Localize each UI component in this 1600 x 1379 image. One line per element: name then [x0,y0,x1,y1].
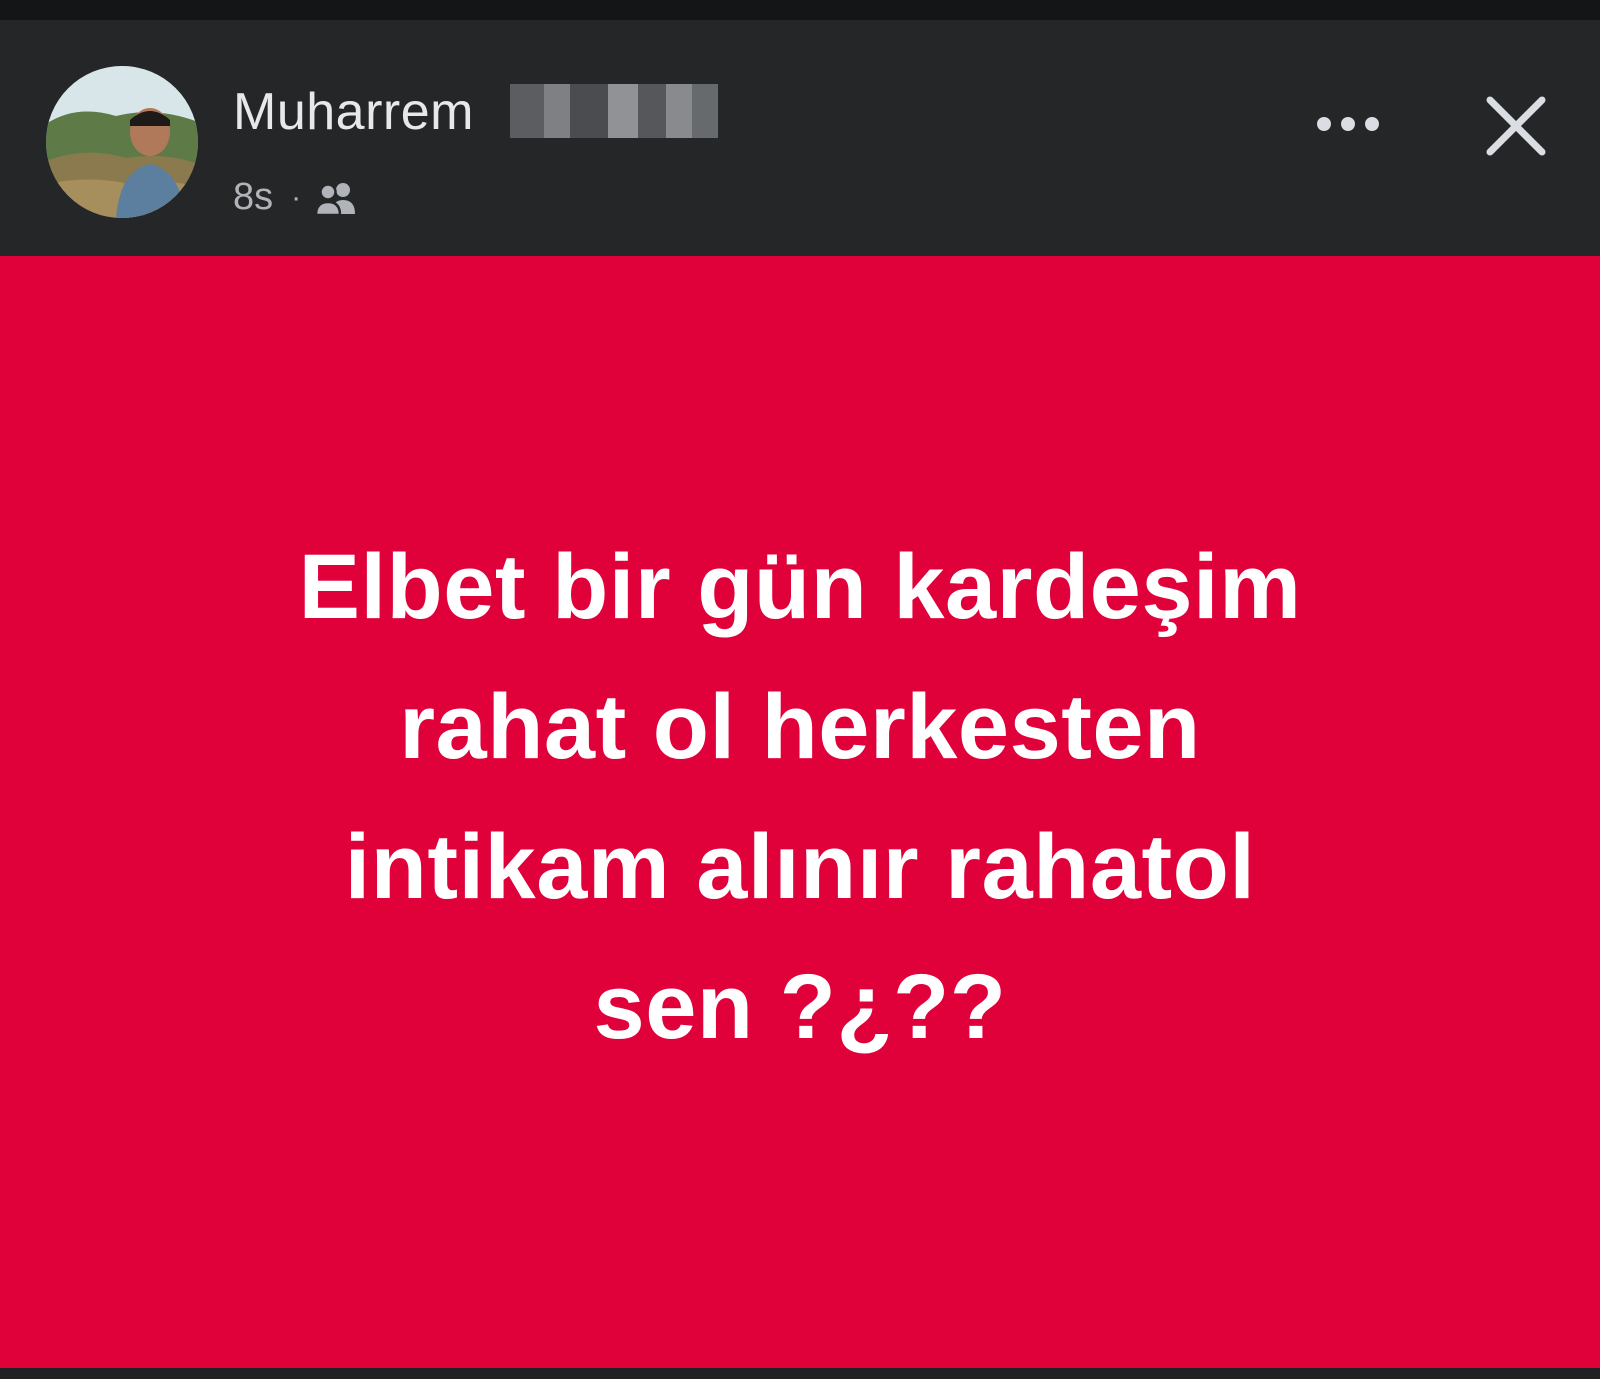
post-text-line: intikam alınır rahatol [344,816,1256,918]
bottom-strip [0,1368,1600,1379]
post-header: Muharrem 8s · [0,20,1600,256]
avatar[interactable] [46,66,198,218]
top-strip [0,0,1600,20]
redacted-surname-blur [510,84,718,138]
more-options-button[interactable] [1306,106,1390,142]
post-text-line: rahat ol herkesten [399,676,1201,778]
timestamp[interactable]: 8s [233,176,273,219]
post-text-line: Elbet bir gün kardeşim [298,536,1302,638]
post-text: Elbet bir gün kardeşim rahat ol herkeste… [150,517,1450,1077]
close-button[interactable] [1476,86,1556,166]
close-icon [1486,96,1546,156]
meta-separator: · [291,180,302,214]
more-options-icon [1317,117,1379,131]
author-name[interactable]: Muharrem [233,82,474,142]
post-text-line: sen ?¿?? [593,956,1007,1058]
post-meta: 8s · [233,176,357,219]
friends-icon[interactable] [315,181,357,215]
post-content: Elbet bir gün kardeşim rahat ol herkeste… [0,256,1600,1368]
